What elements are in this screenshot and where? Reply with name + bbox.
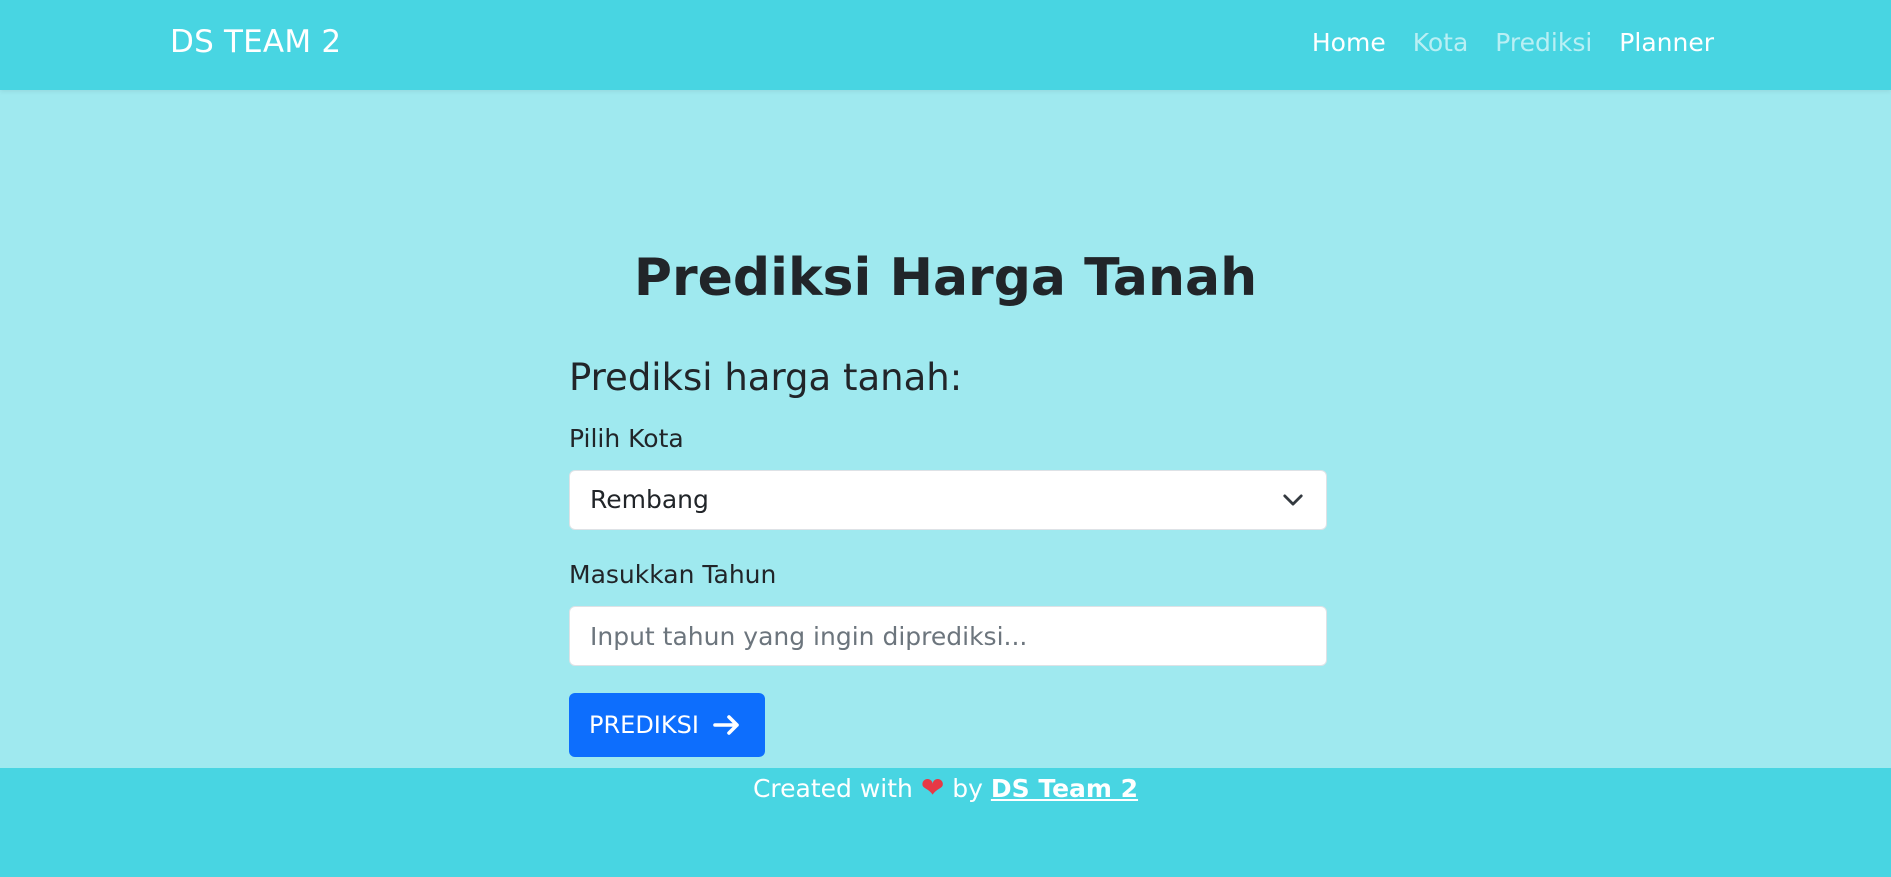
nav-link-home[interactable]: Home (1312, 28, 1386, 57)
form-heading: Prediksi harga tanah: (569, 356, 963, 399)
heart-icon: ❤ (920, 771, 945, 804)
year-label: Masukkan Tahun (569, 560, 777, 589)
footer-by: by (952, 774, 983, 803)
prediction-form: Prediksi harga tanah: Pilih Kota Rembang… (569, 356, 1327, 757)
nav-links: Home Kota Prediksi Planner (1312, 28, 1714, 57)
footer-prefix: Created with (752, 774, 913, 803)
team-link[interactable]: DS Team 2 (991, 774, 1138, 803)
year-input[interactable] (569, 606, 1327, 666)
nav-link-prediksi[interactable]: Prediksi (1495, 28, 1592, 57)
footer: Created with ❤ by DS Team 2 (0, 768, 1891, 877)
nav-link-planner[interactable]: Planner (1619, 28, 1714, 57)
prediksi-button[interactable]: PREDIKSI (569, 693, 765, 757)
nav-link-kota[interactable]: Kota (1413, 28, 1469, 57)
city-select[interactable]: Rembang (569, 470, 1327, 530)
city-label: Pilih Kota (569, 424, 684, 453)
footer-text: Created with ❤ by DS Team 2 (0, 768, 1891, 809)
prediksi-button-label: PREDIKSI (589, 711, 699, 739)
arrow-right-icon (713, 715, 739, 735)
navbar: DS TEAM 2 Home Kota Prediksi Planner (0, 0, 1891, 90)
main-content: Prediksi Harga Tanah Prediksi harga tana… (0, 90, 1891, 768)
brand-link[interactable]: DS TEAM 2 (170, 24, 341, 60)
city-select-value: Rembang (590, 485, 709, 514)
chevron-down-icon (1283, 494, 1303, 506)
page-title: Prediksi Harga Tanah (633, 248, 1258, 308)
